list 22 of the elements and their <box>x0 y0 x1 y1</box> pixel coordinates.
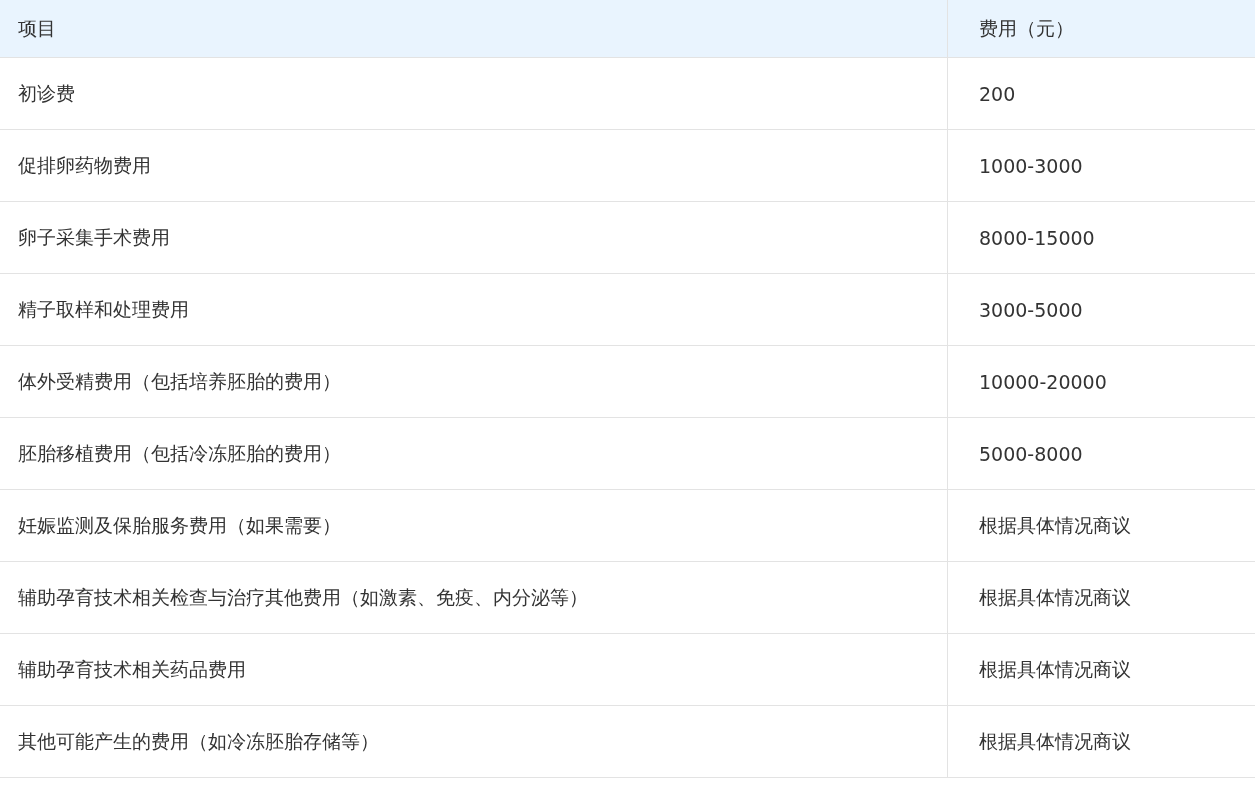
table-cell: 10000-20000 <box>947 345 1255 418</box>
table-cell: 1000-3000 <box>947 129 1255 202</box>
table-cell: 妊娠监测及保胎服务费用（如果需要） <box>0 489 948 562</box>
table-cell: 辅助孕育技术相关检查与治疗其他费用（如激素、免疫、内分泌等） <box>0 561 948 634</box>
table-cell: 根据具体情况商议 <box>947 489 1255 562</box>
table-cell: 200 <box>947 57 1255 130</box>
table-cell: 根据具体情况商议 <box>947 633 1255 706</box>
column-header: 费用（元） <box>947 0 1255 58</box>
table-cell: 5000-8000 <box>947 417 1255 490</box>
table-cell: 辅助孕育技术相关药品费用 <box>0 633 948 706</box>
table-cell: 8000-15000 <box>947 201 1255 274</box>
table-cell: 根据具体情况商议 <box>947 705 1255 778</box>
table-cell: 精子取样和处理费用 <box>0 273 948 346</box>
table-cell: 促排卵药物费用 <box>0 129 948 202</box>
column-header: 项目 <box>0 0 948 58</box>
table-cell: 其他可能产生的费用（如冷冻胚胎存储等） <box>0 705 948 778</box>
table-cell: 胚胎移植费用（包括冷冻胚胎的费用） <box>0 417 948 490</box>
table-cell: 卵子采集手术费用 <box>0 201 948 274</box>
table-cell: 初诊费 <box>0 57 948 130</box>
table-cell: 3000-5000 <box>947 273 1255 346</box>
table-cell: 体外受精费用（包括培养胚胎的费用） <box>0 345 948 418</box>
table-cell: 根据具体情况商议 <box>947 561 1255 634</box>
